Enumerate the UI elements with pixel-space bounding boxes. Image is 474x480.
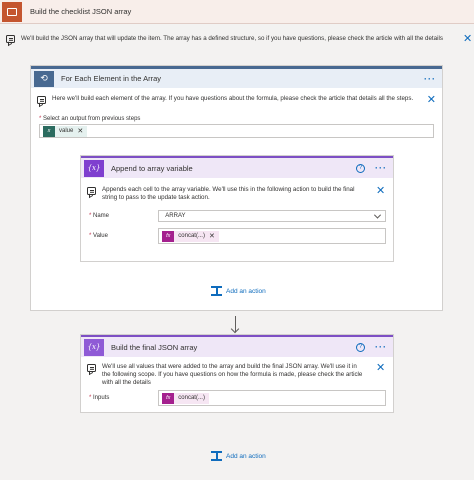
add-action-icon	[211, 451, 222, 461]
help-icon[interactable]: ?	[356, 342, 365, 352]
comment-icon	[37, 96, 46, 104]
expression-icon: fx	[162, 392, 175, 404]
for-each-title: For Each Element in the Array	[61, 74, 162, 83]
name-label: * Name	[89, 213, 110, 219]
value-token[interactable]: x value ✕	[43, 125, 88, 137]
dynamic-content-icon: x	[43, 125, 55, 137]
final-card-header[interactable]: {x} Build the final JSON array ? ···	[81, 335, 393, 357]
name-select[interactable]: ARRAY	[158, 210, 386, 222]
help-icon[interactable]: ?	[356, 163, 365, 173]
scope-comment-text: We'll build the JSON array that will upd…	[21, 35, 443, 42]
final-comment: We'll use all values that were added to …	[87, 363, 386, 387]
comment-icon	[87, 187, 96, 195]
concat-token[interactable]: fx concat(...) ✕	[162, 230, 219, 242]
more-options-icon[interactable]: ···	[375, 163, 387, 173]
close-comment-icon[interactable]: ✕	[376, 363, 385, 374]
concat-token-label: concat(...)	[178, 233, 205, 239]
scope-header[interactable]: Build the checklist JSON array	[0, 0, 474, 24]
final-card-title: Build the final JSON array	[111, 342, 198, 352]
connector-arrow	[235, 316, 236, 332]
append-card-title: Append to array variable	[111, 163, 193, 173]
loop-icon: ⟲	[34, 70, 54, 87]
append-comment: Appends each cell to the array variable.…	[87, 186, 386, 202]
value-token-label: value	[59, 128, 74, 134]
concat-token[interactable]: fx concat(...)	[162, 392, 209, 404]
concat-token-label: concat(...)	[178, 395, 205, 401]
add-action-button[interactable]: Add an action	[211, 286, 266, 296]
value-input[interactable]: fx concat(...) ✕	[158, 228, 386, 244]
chevron-down-icon	[373, 211, 382, 219]
more-options-icon[interactable]: ···	[424, 74, 436, 84]
final-comment-text: We'll use all values that were added to …	[102, 363, 363, 386]
scope-comment: We'll build the JSON array that will upd…	[0, 30, 474, 48]
scope-icon	[2, 1, 22, 22]
for-each-header[interactable]: ⟲ For Each Element in the Array ···	[31, 66, 442, 88]
variable-icon: {x}	[84, 159, 104, 177]
inputs-input[interactable]: fx concat(...)	[158, 390, 386, 406]
select-output-label: * Select an output from previous steps	[39, 116, 141, 122]
value-label: * Value	[89, 233, 108, 239]
build-final-json-card: {x} Build the final JSON array ? ··· We'…	[80, 334, 394, 413]
add-action-icon	[211, 286, 222, 296]
append-comment-text: Appends each cell to the array variable.…	[102, 186, 355, 201]
variable-icon: {x}	[84, 338, 104, 356]
scope-title: Build the checklist JSON array	[30, 7, 132, 16]
name-select-value: ARRAY	[165, 213, 186, 219]
expression-icon: fx	[162, 230, 175, 242]
close-comment-icon[interactable]: ✕	[427, 95, 436, 106]
comment-icon	[87, 364, 96, 372]
add-action-button[interactable]: Add an action	[211, 451, 266, 461]
append-to-array-card: {x} Append to array variable ? ··· Appen…	[80, 155, 394, 262]
add-action-label: Add an action	[226, 287, 266, 295]
more-options-icon[interactable]: ···	[375, 342, 387, 352]
select-output-input[interactable]: x value ✕	[39, 124, 434, 138]
append-card-header[interactable]: {x} Append to array variable ? ···	[81, 156, 393, 178]
add-action-label: Add an action	[226, 452, 266, 460]
for-each-comment-text: Here we'll build each element of the arr…	[52, 95, 414, 102]
close-comment-icon[interactable]: ✕	[376, 186, 385, 197]
close-comment-icon[interactable]: ✕	[463, 33, 472, 45]
comment-icon	[6, 35, 15, 43]
remove-token-icon[interactable]: ✕	[209, 232, 215, 240]
for-each-comment: Here we'll build each element of the arr…	[37, 95, 436, 106]
remove-token-icon[interactable]: ✕	[77, 127, 83, 135]
inputs-label: * Inputs	[89, 395, 110, 401]
